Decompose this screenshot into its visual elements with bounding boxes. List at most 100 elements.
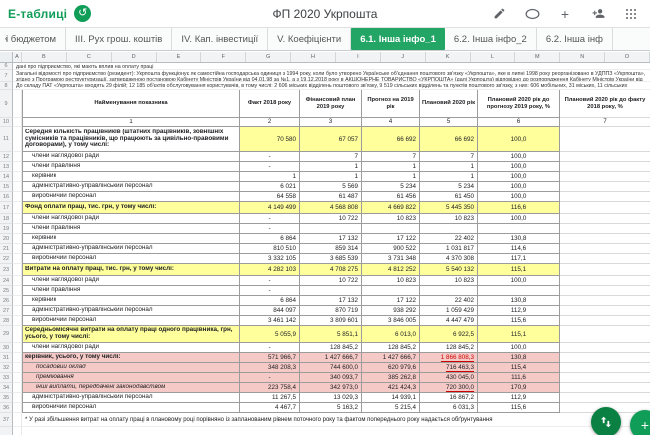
row-number[interactable]: 8 — [0, 82, 13, 90]
data-cell[interactable]: 100,0 — [478, 343, 560, 353]
info-text-cell[interactable]: дані про підприємство, які мають вплив н… — [13, 63, 650, 70]
row-number[interactable]: 33 — [0, 373, 13, 383]
data-cell[interactable]: 10 823 — [362, 214, 420, 224]
row-number[interactable]: 7 — [0, 70, 13, 82]
data-cell[interactable]: 128 845,2 — [300, 343, 362, 353]
data-cell[interactable]: 61 450 — [420, 192, 478, 202]
data-cell[interactable] — [560, 393, 650, 403]
row-label-cell[interactable]: члени наглядової ради — [22, 214, 240, 224]
data-cell[interactable]: 115,6 — [478, 316, 560, 326]
data-cell[interactable] — [560, 254, 650, 264]
data-cell[interactable]: 22 402 — [420, 296, 478, 306]
data-cell[interactable]: 17 122 — [362, 234, 420, 244]
sheet-tab[interactable]: ІІІ. Рух грош. коштів — [66, 28, 172, 50]
column-header[interactable]: G — [246, 52, 291, 62]
data-cell[interactable]: 100,0 — [478, 152, 560, 162]
row-number[interactable]: 15 — [0, 182, 13, 192]
data-cell[interactable] — [560, 306, 650, 316]
edit-icon[interactable] — [491, 6, 507, 22]
row-number[interactable]: 24 — [0, 276, 13, 286]
data-cell[interactable]: 5 215,4 — [362, 403, 420, 413]
row-number[interactable]: 20 — [0, 234, 13, 244]
row-label-cell[interactable]: керівник — [22, 172, 240, 182]
data-cell[interactable]: 900 522 — [362, 244, 420, 254]
data-cell[interactable]: 128 845,2 — [362, 343, 420, 353]
data-cell[interactable] — [560, 276, 650, 286]
data-cell[interactable]: 170,9 — [478, 383, 560, 393]
data-cell[interactable]: 810 510 — [240, 244, 300, 254]
data-cell[interactable] — [560, 264, 650, 276]
data-cell[interactable] — [362, 224, 420, 234]
data-cell[interactable]: 10 823 — [420, 276, 478, 286]
row-number[interactable]: 13 — [0, 162, 13, 172]
row-label-cell[interactable]: Середня кількість працівників (штатних п… — [22, 127, 240, 152]
data-cell[interactable]: 17 132 — [300, 296, 362, 306]
gutter-cell[interactable] — [13, 353, 22, 363]
data-cell[interactable]: 10 722 — [300, 214, 362, 224]
row-number[interactable]: 19 — [0, 224, 13, 234]
gutter-cell[interactable] — [13, 326, 22, 343]
data-cell[interactable]: 1 — [362, 172, 420, 182]
data-cell[interactable]: 14 939,1 — [362, 393, 420, 403]
data-cell[interactable]: 385 262,8 — [362, 373, 420, 383]
column-header-cell[interactable]: Факт 2018 року — [240, 90, 300, 118]
row-label-cell[interactable]: інші виплати, передбачені законодавством — [22, 383, 240, 393]
data-cell[interactable]: - — [240, 276, 300, 286]
column-header[interactable]: I — [336, 52, 381, 62]
data-cell[interactable]: 223 758,4 — [240, 383, 300, 393]
row-label-cell[interactable]: члени правління — [22, 224, 240, 234]
numbering-cell[interactable]: 3 — [300, 118, 362, 127]
row-label-cell[interactable]: Фонд оплати праці, тис. грн, у тому числ… — [22, 202, 240, 214]
gutter-cell[interactable] — [13, 296, 22, 306]
select-all-corner[interactable] — [0, 52, 13, 62]
row-number[interactable]: 37 — [0, 413, 13, 427]
column-header[interactable]: J — [381, 52, 426, 62]
data-cell[interactable]: 64 558 — [240, 192, 300, 202]
gutter-cell[interactable] — [13, 254, 22, 264]
row-number[interactable]: 26 — [0, 296, 13, 306]
gutter-cell[interactable] — [13, 427, 22, 435]
data-cell[interactable]: 128 845,2 — [420, 343, 478, 353]
row-number[interactable]: 16 — [0, 192, 13, 202]
column-header[interactable]: D — [112, 52, 157, 62]
data-cell[interactable]: 5 445 350 — [420, 202, 478, 214]
row-number[interactable]: 31 — [0, 353, 13, 363]
data-cell[interactable] — [300, 224, 362, 234]
row-number[interactable]: 27 — [0, 306, 13, 316]
row-number[interactable]: 6 — [0, 63, 13, 70]
data-cell[interactable]: 22 402 — [420, 234, 478, 244]
data-cell[interactable] — [560, 286, 650, 296]
person-add-icon[interactable] — [590, 6, 606, 22]
numbering-cell[interactable]: 5 — [420, 118, 478, 127]
data-cell[interactable]: 130,8 — [478, 296, 560, 306]
data-cell[interactable]: - — [240, 214, 300, 224]
data-cell[interactable]: 4 708 275 — [300, 264, 362, 276]
gutter-cell[interactable] — [13, 214, 22, 224]
data-cell[interactable]: 342 973,0 — [300, 383, 362, 393]
numbering-cell[interactable]: 7 — [560, 118, 650, 127]
data-cell[interactable]: 6 021 — [240, 182, 300, 192]
data-cell[interactable]: 4 149 499 — [240, 202, 300, 214]
column-header-cell[interactable]: Плановий 2020 рік до прогнозу 2019 року,… — [478, 90, 560, 118]
data-cell[interactable]: 115,1 — [478, 264, 560, 276]
data-cell[interactable]: 61 456 — [362, 192, 420, 202]
data-cell[interactable]: 17 132 — [300, 234, 362, 244]
data-cell[interactable]: 100,0 — [478, 162, 560, 172]
data-cell[interactable] — [560, 192, 650, 202]
data-cell[interactable]: - — [240, 152, 300, 162]
data-cell[interactable]: 4 812 252 — [362, 264, 420, 276]
data-cell[interactable] — [560, 353, 650, 363]
row-number[interactable]: 22 — [0, 254, 13, 264]
data-cell[interactable]: 10 722 — [300, 276, 362, 286]
data-cell[interactable]: 100,0 — [478, 192, 560, 202]
data-cell[interactable]: 716 463,3 — [420, 363, 478, 373]
sheet-tab[interactable]: 6.2. Інша інфо_2 — [445, 28, 537, 50]
data-cell[interactable] — [362, 286, 420, 296]
data-cell[interactable] — [560, 316, 650, 326]
data-cell[interactable]: - — [240, 373, 300, 383]
data-cell[interactable]: 3 846 005 — [362, 316, 420, 326]
row-number[interactable]: 29 — [0, 326, 13, 343]
data-cell[interactable]: 7 — [420, 152, 478, 162]
data-cell[interactable] — [560, 244, 650, 254]
column-header[interactable]: K — [426, 52, 471, 62]
